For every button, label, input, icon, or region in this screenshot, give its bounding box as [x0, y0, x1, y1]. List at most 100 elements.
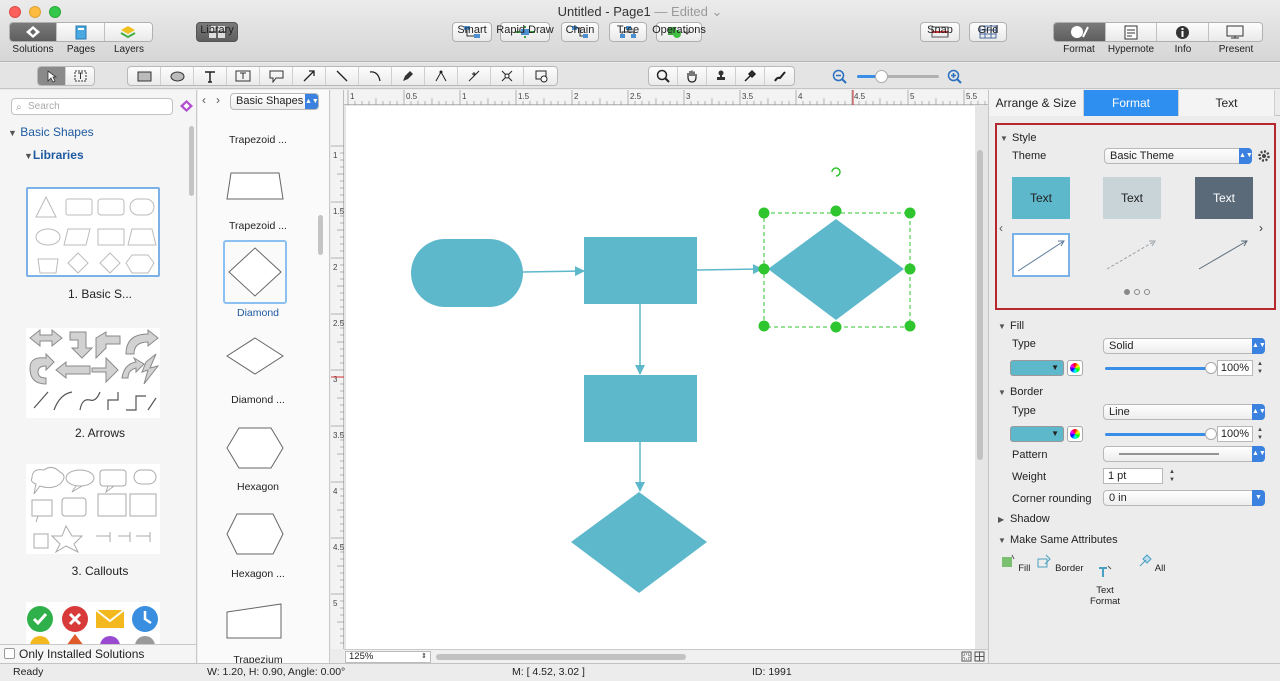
- shape-trapezoid[interactable]: [223, 163, 287, 227]
- eyedropper-tool[interactable]: [736, 67, 765, 85]
- connector-process-to-decision[interactable]: [696, 264, 763, 275]
- stamp-tool[interactable]: [524, 67, 557, 85]
- library-button[interactable]: Library: [196, 22, 238, 42]
- border-opacity-slider[interactable]: [1105, 428, 1217, 440]
- search-input[interactable]: ⌕ Search: [11, 98, 173, 115]
- zoom-in-icon[interactable]: [947, 69, 962, 84]
- shape-hexagon-2[interactable]: [223, 508, 287, 572]
- shape-label-diamond-2[interactable]: Diamond ...: [200, 394, 316, 406]
- border-color-wheel-button[interactable]: [1067, 426, 1083, 442]
- shape-hexagon[interactable]: [223, 418, 287, 482]
- pan-tool[interactable]: [678, 67, 707, 85]
- chain-button[interactable]: Chain: [561, 22, 599, 42]
- connector-terminator-to-process[interactable]: [522, 266, 585, 277]
- page-grid-icon[interactable]: [974, 651, 985, 662]
- tab-format[interactable]: Format: [1084, 90, 1179, 116]
- shape-label-hexagon[interactable]: Hexagon: [200, 481, 316, 493]
- fill-opacity-knob[interactable]: [1205, 362, 1217, 374]
- library-arrows-thumb[interactable]: [26, 328, 160, 418]
- layers-button[interactable]: [104, 23, 152, 41]
- library-basic-shapes-thumb[interactable]: [26, 187, 160, 277]
- pattern-select[interactable]: ▲▼: [1103, 446, 1266, 462]
- connector-style-dark[interactable]: [1195, 233, 1253, 277]
- connector-style-dashed[interactable]: [1103, 233, 1161, 277]
- bezier-tool[interactable]: [425, 67, 458, 85]
- drawing-page[interactable]: [346, 106, 975, 649]
- callout-tool[interactable]: [260, 67, 293, 85]
- rectangle-tool[interactable]: [128, 67, 161, 85]
- brush-tool[interactable]: [765, 67, 794, 85]
- fill-opacity-stepper[interactable]: ▲ ▼: [1255, 360, 1265, 376]
- checkbox-icon[interactable]: [4, 648, 15, 659]
- chevron-down-icon[interactable]: ⌄: [712, 4, 723, 19]
- shape-trapezium[interactable]: [223, 598, 287, 662]
- style-section-header[interactable]: ▼ Style: [1000, 132, 1036, 144]
- shape-label-trapezium[interactable]: Trapezium: [200, 654, 316, 663]
- weight-field[interactable]: 1 pt: [1103, 468, 1163, 484]
- rotate-handle-icon[interactable]: [831, 167, 841, 177]
- make-same-attributes-header[interactable]: ▼ Make Same Attributes: [998, 534, 1118, 546]
- text-box-tool[interactable]: [227, 67, 260, 85]
- zoom-tool[interactable]: [649, 67, 678, 85]
- decision-shape-selected[interactable]: [768, 219, 904, 320]
- canvas-vertical-scrollbar[interactable]: [977, 150, 983, 460]
- shadow-section-header[interactable]: ▶ Shadow: [998, 513, 1050, 525]
- library-icons-thumb[interactable]: [26, 602, 160, 644]
- make-same-all-button[interactable]: All: [1126, 553, 1176, 574]
- zoom-slider[interactable]: [857, 70, 939, 83]
- library-label-callouts[interactable]: 3. Callouts: [10, 564, 190, 578]
- make-same-border-button[interactable]: Border: [1035, 553, 1085, 574]
- weight-stepper[interactable]: ▲ ▼: [1167, 468, 1177, 484]
- shapes-panel-scrollbar[interactable]: [318, 215, 323, 255]
- tree-libraries[interactable]: ▼Libraries: [24, 148, 84, 162]
- back-arrow-icon[interactable]: ‹: [202, 93, 206, 107]
- format-painter-tool[interactable]: [707, 67, 736, 85]
- rapid-draw-button[interactable]: Rapid Draw: [496, 22, 554, 42]
- decision-shape-2[interactable]: [571, 492, 707, 593]
- tree-basic-shapes[interactable]: ▼ Basic Shapes: [8, 125, 94, 139]
- fill-opacity-slider[interactable]: [1105, 362, 1217, 374]
- fill-color-wheel-button[interactable]: [1067, 360, 1083, 376]
- shape-label-trapezoid-1[interactable]: Trapezoid ...: [200, 134, 316, 146]
- chevron-right-icon[interactable]: ›: [1259, 221, 1263, 235]
- theme-style-teal[interactable]: Text: [1012, 177, 1070, 219]
- fit-page-icon[interactable]: [961, 651, 972, 662]
- left-panel-scrollbar[interactable]: [189, 126, 194, 196]
- border-opacity-knob[interactable]: [1205, 428, 1217, 440]
- terminator-shape[interactable]: [411, 239, 523, 307]
- arc-tool[interactable]: [359, 67, 392, 85]
- fill-opacity-field[interactable]: 100%: [1217, 360, 1253, 376]
- theme-select[interactable]: Basic Theme ▲▼: [1104, 148, 1253, 164]
- line-tool[interactable]: [326, 67, 359, 85]
- connector-tool[interactable]: [491, 67, 524, 85]
- connector-style-solid[interactable]: [1012, 233, 1070, 277]
- style-page-indicator[interactable]: [1124, 289, 1150, 295]
- library-callouts-thumb[interactable]: [26, 464, 160, 554]
- shape-diamond-selected[interactable]: [223, 240, 287, 304]
- fill-type-select[interactable]: Solid ▲▼: [1103, 338, 1266, 354]
- zoom-out-icon[interactable]: [832, 69, 847, 84]
- shape-label-hexagon-2[interactable]: Hexagon ...: [200, 568, 316, 580]
- ellipse-tool[interactable]: [161, 67, 194, 85]
- pages-button[interactable]: [57, 23, 105, 41]
- border-opacity-stepper[interactable]: ▲ ▼: [1255, 426, 1265, 442]
- process-shape-1[interactable]: [584, 237, 697, 304]
- snap-button[interactable]: Snap: [920, 22, 960, 42]
- solutions-home-icon[interactable]: [179, 99, 194, 114]
- present-button[interactable]: [1208, 23, 1262, 41]
- fill-section-header[interactable]: ▼ Fill: [998, 320, 1024, 332]
- solutions-button[interactable]: [10, 23, 58, 41]
- border-color-well[interactable]: ▼: [1010, 426, 1064, 442]
- only-installed-solutions-checkbox[interactable]: Only Installed Solutions: [0, 644, 197, 663]
- make-same-text-format-button[interactable]: Text Format: [1080, 553, 1130, 607]
- smart-line-tool[interactable]: [458, 67, 491, 85]
- forward-arrow-icon[interactable]: ›: [216, 93, 220, 107]
- tab-arrange-size[interactable]: Arrange & Size: [989, 90, 1084, 116]
- shape-diamond-2[interactable]: [223, 330, 287, 394]
- smart-button[interactable]: Smart: [452, 22, 492, 42]
- theme-style-dark[interactable]: Text: [1195, 177, 1253, 219]
- line-arrow-tool[interactable]: [293, 67, 326, 85]
- text-tool[interactable]: [194, 67, 227, 85]
- process-shape-2[interactable]: [584, 375, 697, 442]
- info-button[interactable]: [1157, 23, 1209, 41]
